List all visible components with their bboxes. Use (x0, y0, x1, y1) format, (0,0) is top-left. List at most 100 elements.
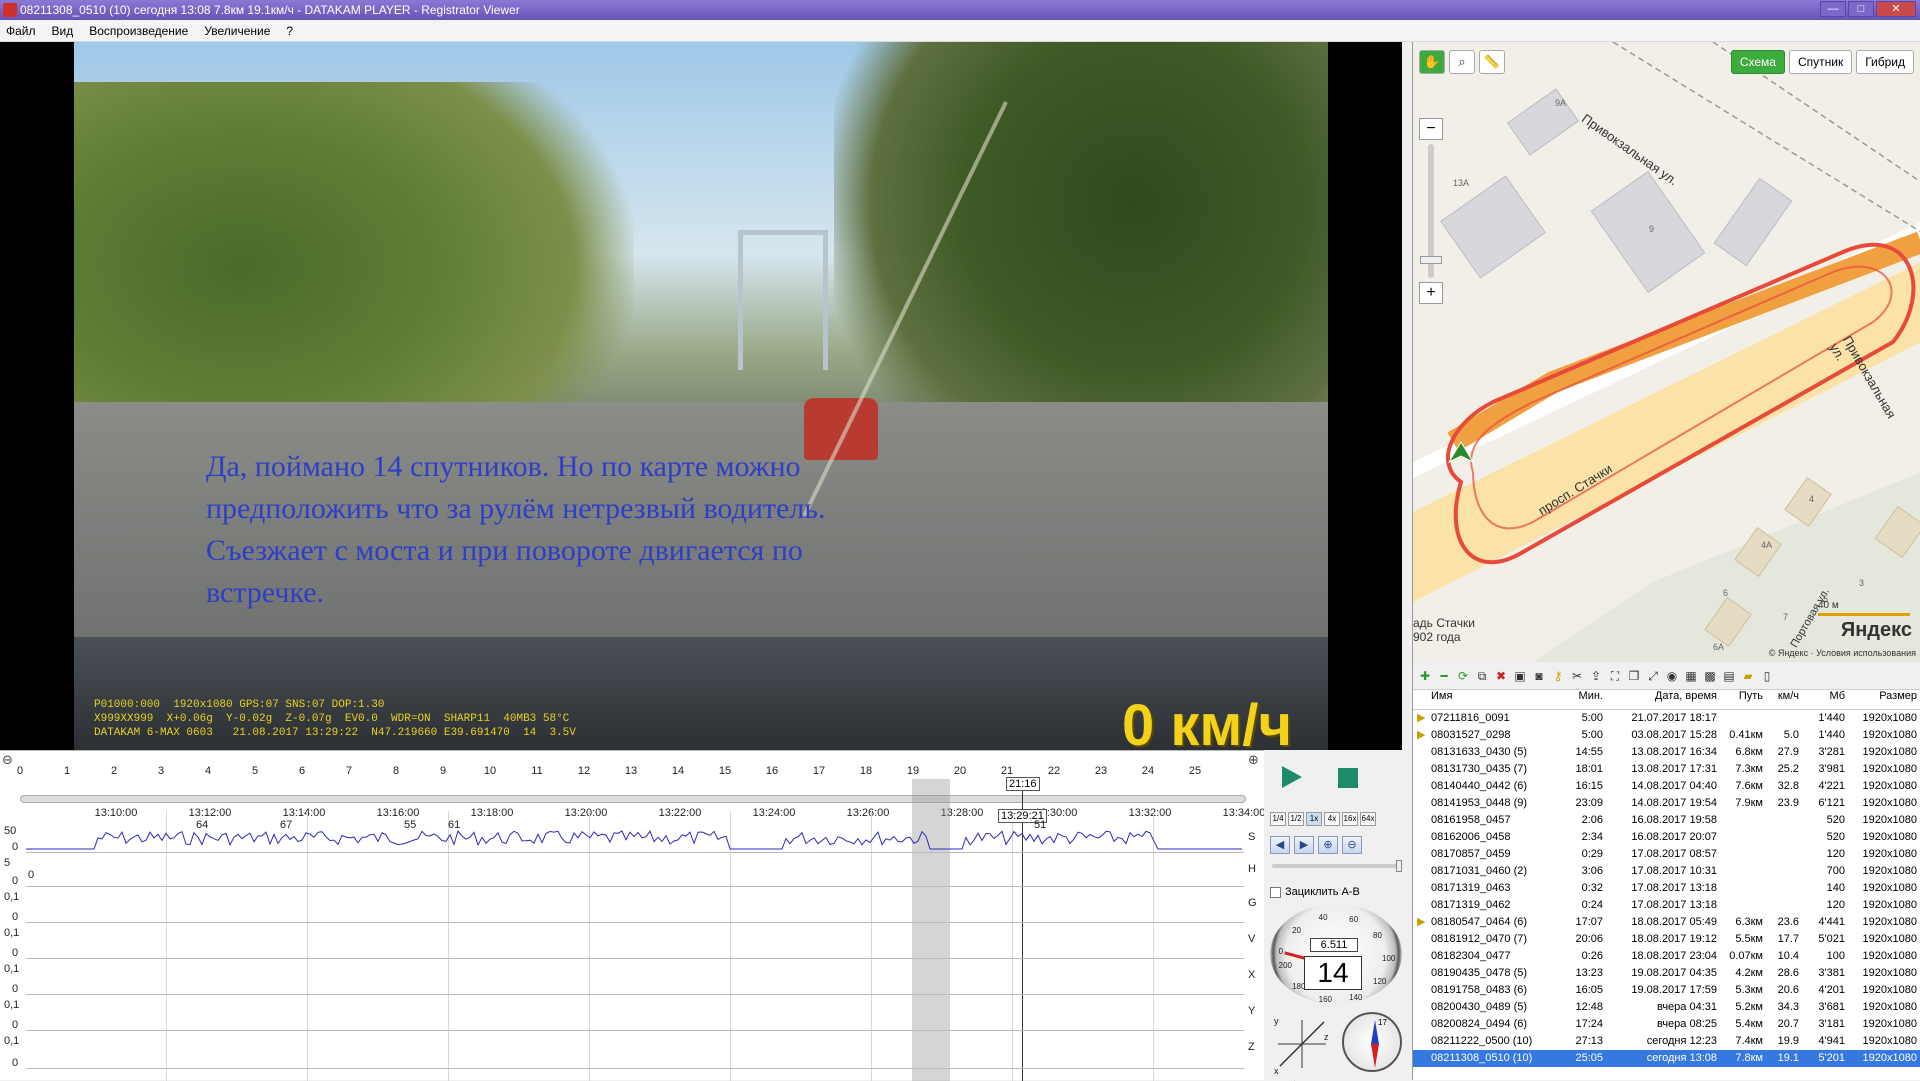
graph-track-x[interactable] (26, 961, 1244, 995)
file-row[interactable]: ▶ 07211816_0091 5:00 21.07.2017 18:17 1'440 1… (1413, 710, 1920, 727)
zoom-out-graph-icon[interactable]: ⊖ (1342, 836, 1362, 854)
file-row[interactable]: 08161958_0457 2:06 16.08.2017 19:58 520 1920… (1413, 812, 1920, 829)
rate-button-1[interactable]: 1/2 (1288, 812, 1304, 826)
file-row[interactable]: 08141953_0448 (9) 23:09 14.08.2017 19:54 7.… (1413, 795, 1920, 812)
folder-icon[interactable]: ▰ (1740, 668, 1756, 684)
magnifier-icon[interactable]: ⌕ (1449, 50, 1475, 74)
file-cell-mb: 5'021 (1818, 933, 1845, 945)
key-icon[interactable]: ⚷ (1550, 668, 1566, 684)
share-icon[interactable]: ⤢ (1645, 668, 1661, 684)
map-panel[interactable]: ✋ ⌕ 📏 Схема Спутник Гибрид − + Привокзал… (1412, 42, 1920, 662)
col-date[interactable]: Дата, время (1607, 690, 1717, 702)
map-zoom-slider[interactable] (1420, 144, 1442, 278)
delete-icon[interactable]: ✖ (1493, 668, 1509, 684)
volume-slider[interactable] (1272, 860, 1402, 872)
minimize-button[interactable]: — (1820, 1, 1846, 17)
file-cell-name: 08211308_0510 (10) (1431, 1052, 1533, 1064)
col-name[interactable]: Имя (1431, 690, 1452, 702)
track-letter: S (1248, 831, 1256, 843)
menu-playback[interactable]: Воспроизведение (89, 24, 188, 38)
graph-track-z[interactable] (26, 1033, 1244, 1069)
save-icon[interactable]: ▣ (1512, 668, 1528, 684)
maximize-button[interactable]: □ (1848, 1, 1874, 17)
copy-icon[interactable]: ⧉ (1474, 668, 1490, 684)
file-row[interactable]: 08140440_0442 (6) 16:15 14.08.2017 04:40 7.… (1413, 778, 1920, 795)
loop-ab-box[interactable] (1270, 886, 1281, 898)
map-type-scheme[interactable]: Схема (1730, 50, 1785, 74)
file-row[interactable]: ▶ 08180547_0464 (6) 17:07 18.08.2017 05:49 6… (1413, 914, 1920, 931)
file-row[interactable]: 08171031_0460 (2) 3:06 17.08.2017 10:31 700… (1413, 863, 1920, 880)
file-row[interactable]: 08171319_0462 0:24 17.08.2017 13:18 120 1920… (1413, 897, 1920, 914)
file-row[interactable]: 08171319_0463 0:32 17.08.2017 13:18 140 1920… (1413, 880, 1920, 897)
image-icon[interactable]: ▦ (1683, 668, 1699, 684)
snapshot-icon[interactable]: ◙ (1531, 668, 1547, 684)
col-mb[interactable]: Мб (1803, 690, 1845, 702)
graph-track-y[interactable] (26, 997, 1244, 1031)
file-row[interactable]: 08182304_0477 0:26 18.08.2017 23:04 0.07км 1… (1413, 948, 1920, 965)
ruler-tick: 17 (812, 765, 826, 777)
video-viewport[interactable]: Да, поймано 14 спутников. Но по карте мо… (0, 42, 1402, 750)
cut-icon[interactable]: ✂ (1569, 668, 1585, 684)
rate-button-3[interactable]: 4x (1324, 812, 1340, 826)
add-icon[interactable]: ✚ (1417, 668, 1433, 684)
col-kmh[interactable]: км/ч (1765, 690, 1799, 702)
ruler-icon[interactable]: 📏 (1479, 50, 1505, 74)
prev-icon[interactable]: ◀ (1270, 836, 1290, 854)
col-size[interactable]: Размер (1847, 690, 1917, 702)
refresh-icon[interactable]: ⟳ (1455, 668, 1471, 684)
graph-track-g[interactable] (26, 889, 1244, 923)
menu-view[interactable]: Вид (52, 24, 74, 38)
export-icon[interactable]: ⇪ (1588, 668, 1604, 684)
rate-button-0[interactable]: 1/4 (1270, 812, 1286, 826)
file-row[interactable]: 08200430_0489 (5) 12:48 вчера 04:31 5.2км 34… (1413, 999, 1920, 1016)
file-row[interactable]: 08170857_0459 0:29 17.08.2017 08:57 120 1920… (1413, 846, 1920, 863)
rate-button-2[interactable]: 1x (1306, 812, 1322, 826)
odometer-readout: 6.511 (1310, 938, 1358, 952)
map-copyright[interactable]: © Яндекс · Условия использования (1769, 648, 1916, 658)
map-type-satellite[interactable]: Спутник (1788, 50, 1853, 74)
window-icon[interactable]: ❐ (1626, 668, 1642, 684)
menu-help[interactable]: ? (286, 24, 293, 38)
file-row[interactable]: 08131730_0435 (7) 18:01 13.08.2017 17:31 7.… (1413, 761, 1920, 778)
timeline-scrollbar[interactable] (20, 795, 1246, 803)
file-row[interactable]: 08211222_0500 (10) 27:13 сегодня 12:23 7.4к… (1413, 1033, 1920, 1050)
zoom-out-icon[interactable]: ⊖ (2, 753, 16, 767)
photo-icon[interactable]: ▩ (1702, 668, 1718, 684)
file-row[interactable]: 08131633_0430 (5) 14:55 13.08.2017 16:34 6.… (1413, 744, 1920, 761)
map-zoom-in-button[interactable]: + (1419, 282, 1443, 304)
file-cell-date: 17.08.2017 13:18 (1631, 899, 1717, 911)
speed-polyline (26, 830, 1242, 850)
menu-file[interactable]: Файл (6, 24, 36, 38)
file-row[interactable]: 08200824_0494 (6) 17:24 вчера 08:25 5.4км 20… (1413, 1016, 1920, 1033)
file-row[interactable]: 08181912_0470 (7) 20:06 18.08.2017 19:12 5.… (1413, 931, 1920, 948)
file-row[interactable]: ▶ 08031527_0298 5:00 03.08.2017 15:28 0.41км… (1413, 727, 1920, 744)
rate-button-5[interactable]: 64x (1360, 812, 1376, 826)
video-icon[interactable]: ▤ (1721, 668, 1737, 684)
rate-button-4[interactable]: 16x (1342, 812, 1358, 826)
play-icon[interactable] (1282, 766, 1302, 788)
telemetry-graph-panel[interactable]: ⊖ ⊕ 0 1 2 3 4 5 6 7 8 9 10 11 12 13 14 15 16 17 18 19 20 21 22… (0, 750, 1295, 1081)
graph-track-v[interactable] (26, 925, 1244, 959)
loop-ab-checkbox[interactable]: Зациклить А-В (1270, 886, 1360, 898)
file-row[interactable]: 08211308_0510 (10) 25:05 сегодня 13:08 7.8к… (1413, 1050, 1920, 1067)
zoom-in-graph-icon[interactable]: ⊕ (1318, 836, 1338, 854)
document-icon[interactable]: ▯ (1759, 668, 1775, 684)
col-path[interactable]: Путь (1719, 690, 1763, 702)
col-min[interactable]: Мин. (1561, 690, 1603, 702)
remove-icon[interactable]: ━ (1436, 668, 1452, 684)
file-row[interactable]: 08190435_0478 (5) 13:23 19.08.2017 04:35 4.… (1413, 965, 1920, 982)
globe-icon[interactable]: ◉ (1664, 668, 1680, 684)
zoom-in-icon[interactable]: ⊕ (1248, 753, 1262, 767)
graph-track-h[interactable] (26, 855, 1244, 887)
file-row[interactable]: 08191758_0483 (6) 16:05 19.08.2017 17:59 5.… (1413, 982, 1920, 999)
map-zoom-out-button[interactable]: − (1419, 118, 1443, 140)
close-button[interactable]: ✕ (1876, 1, 1916, 17)
file-cell-date: 17.08.2017 10:31 (1631, 865, 1717, 877)
next-icon[interactable]: ▶ (1294, 836, 1314, 854)
fullscreen-icon[interactable]: ⛶ (1607, 668, 1623, 684)
menu-zoom[interactable]: Увеличение (204, 24, 270, 38)
hand-icon[interactable]: ✋ (1419, 50, 1445, 74)
map-type-hybrid[interactable]: Гибрид (1856, 50, 1914, 74)
stop-icon[interactable] (1338, 768, 1358, 788)
file-row[interactable]: 08162006_0458 2:34 16.08.2017 20:07 520 1920… (1413, 829, 1920, 846)
